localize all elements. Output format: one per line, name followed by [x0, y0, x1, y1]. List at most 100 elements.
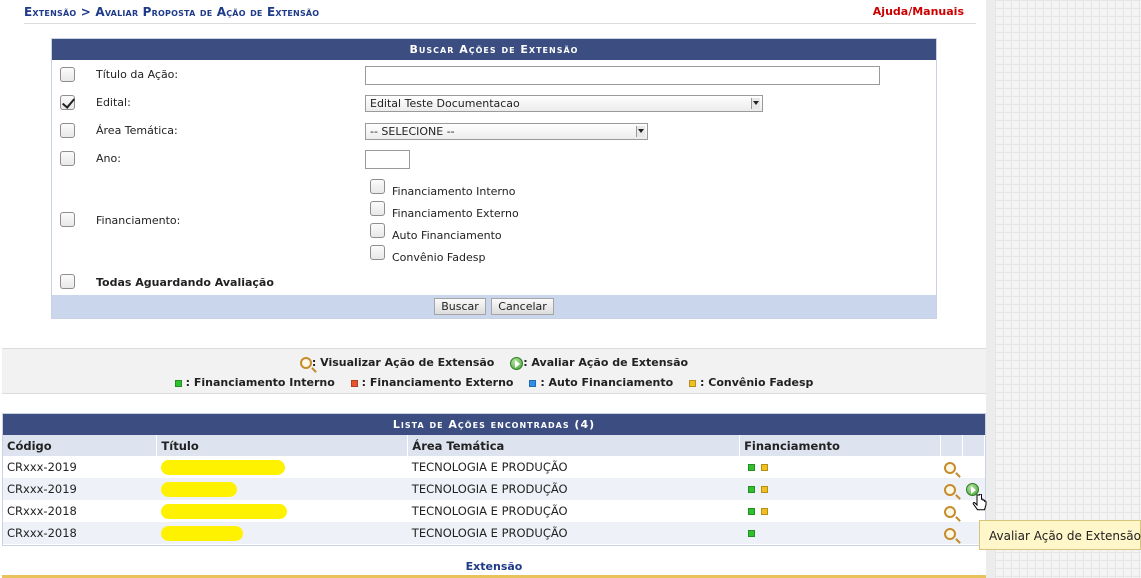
cell-area: TECNOLOGIA E PRODUÇÃO: [411, 504, 568, 518]
legend-avaliar: : Avaliar Ação de Extensão: [510, 356, 688, 370]
table-row: CRxxx-2019 TECNOLOGIA E PRODUÇÃO: [3, 456, 985, 478]
cell-visualizar: [940, 500, 962, 522]
titulo-checkbox[interactable]: [60, 67, 75, 82]
row-todas: Todas Aguardando Avaliação: [52, 274, 936, 296]
legend-line-actions: : Visualizar Ação de Extensão : Avaliar …: [2, 356, 986, 370]
green-square-icon: [174, 379, 182, 387]
cell-titulo: [157, 456, 408, 478]
help-link[interactable]: Ajuda/Manuais: [873, 5, 964, 18]
legend-visualizar-text: : Visualizar Ação de Extensão: [311, 356, 495, 369]
search-form-footer: Buscar Cancelar: [52, 295, 936, 318]
table-header-row: Código Título Área Temática Financiament…: [3, 435, 986, 456]
cell-codigo: CRxxx-2018: [3, 522, 157, 544]
todas-label: Todas Aguardando Avaliação: [96, 276, 274, 289]
view-magnifier-icon[interactable]: [944, 527, 957, 540]
magnifier-icon: [299, 357, 312, 369]
col-titulo: Título: [156, 435, 409, 456]
results-title: Lista de Ações encontradas (4): [3, 414, 985, 435]
funding-square-icon: [747, 508, 755, 515]
chevron-down-icon: [751, 98, 760, 109]
footer[interactable]: Extensão: [2, 560, 986, 578]
cell-visualizar: [940, 478, 963, 500]
edital-label: Edital:: [96, 96, 131, 109]
cell-area: TECNOLOGIA E PRODUÇÃO: [407, 522, 740, 544]
table-row: CRxxx-2019 TECNOLOGIA E PRODUÇÃO: [3, 478, 985, 500]
legend-auto-text: : Auto Financiamento: [540, 376, 674, 389]
cancelar-button[interactable]: Cancelar: [491, 298, 554, 315]
fin-auto-checkbox[interactable]: [370, 223, 385, 238]
page-background-pattern: [986, 0, 1141, 578]
row-ano: Ano:: [52, 150, 936, 173]
legend: : Visualizar Ação de Extensão : Avaliar …: [2, 348, 986, 394]
legend-externo-text: : Financiamento Externo: [361, 376, 514, 389]
area-select-value: -- SELECIONE --: [370, 125, 455, 138]
legend-interno: : Financiamento Interno: [174, 376, 335, 389]
area-checkbox[interactable]: [60, 123, 75, 138]
cell-financiamento: [740, 500, 941, 522]
cell-area: TECNOLOGIA E PRODUÇÃO: [411, 460, 568, 474]
redacted-title-highlight: [160, 503, 287, 519]
search-form-title: Buscar Ações de Extensão: [52, 39, 936, 60]
results-table-panel: Lista de Ações encontradas (4) Código Tí…: [2, 413, 986, 546]
table-row: CRxxx-2018 TECNOLOGIA E PRODUÇÃO: [3, 522, 985, 544]
view-magnifier-icon[interactable]: [944, 505, 957, 518]
go-arrow-icon: [510, 356, 524, 370]
funding-square-icon: [747, 486, 755, 493]
view-magnifier-icon[interactable]: [944, 483, 957, 496]
ano-checkbox[interactable]: [60, 151, 75, 166]
row-area: Área Temática: -- SELECIONE --: [52, 123, 936, 145]
fin-externo-checkbox[interactable]: [370, 201, 385, 216]
redacted-title-highlight: [160, 459, 285, 475]
breadcrumb: Extensão > Avaliar Proposta de Ação de E…: [24, 5, 320, 19]
cell-avaliar: [962, 456, 984, 478]
col-financiamento: Financiamento: [739, 435, 941, 456]
yellow-square-icon: [689, 379, 697, 387]
cell-titulo: [156, 522, 408, 544]
cell-codigo: CRxxx-2019: [3, 478, 157, 500]
view-magnifier-icon[interactable]: [944, 461, 957, 474]
legend-interno-text: : Financiamento Interno: [185, 376, 335, 389]
fin-interno-checkbox[interactable]: [370, 179, 385, 194]
legend-line-funding: : Financiamento Interno : Financiamento …: [2, 376, 986, 389]
chevron-down-icon: [636, 126, 645, 137]
cell-financiamento: [739, 478, 941, 500]
ano-input[interactable]: [365, 150, 410, 169]
funding-square-icon: [760, 486, 768, 493]
legend-visualizar: : Visualizar Ação de Extensão: [299, 356, 495, 369]
col-avaliar: [962, 435, 986, 456]
titulo-input[interactable]: [365, 66, 880, 85]
main-panel: Extensão > Avaliar Proposta de Ação de E…: [0, 0, 986, 578]
cell-area: TECNOLOGIA E PRODUÇÃO: [407, 478, 740, 500]
funding-square-icon: [760, 508, 768, 515]
results-table: Código Título Área Temática Financiament…: [3, 435, 986, 544]
financiamento-label: Financiamento:: [96, 214, 181, 227]
cell-codigo: CRxxx-2019: [7, 460, 77, 474]
legend-convenio-text: : Convênio Fadesp: [700, 376, 814, 389]
fin-convenio-label: Convênio Fadesp: [392, 251, 486, 264]
legend-avaliar-text: : Avaliar Ação de Extensão: [523, 356, 689, 369]
cell-financiamento: [739, 522, 941, 544]
row-edital: Edital: Edital Teste Documentacao: [52, 95, 936, 117]
hand-cursor-icon: [972, 494, 987, 511]
cell-codigo: CRxxx-2018: [7, 504, 77, 518]
funding-square-icon: [747, 464, 755, 471]
red-square-icon: [350, 379, 358, 387]
col-area: Área Temática: [407, 435, 741, 456]
col-codigo: Código: [3, 435, 158, 456]
blue-square-icon: [529, 379, 537, 387]
fin-convenio-checkbox[interactable]: [370, 245, 385, 260]
funding-square-icon: [747, 530, 755, 537]
financiamento-checkbox[interactable]: [60, 212, 75, 227]
todas-checkbox[interactable]: [60, 274, 75, 289]
col-visualizar: [940, 435, 963, 456]
funding-square-icon: [760, 464, 768, 471]
area-select[interactable]: -- SELECIONE --: [365, 123, 648, 140]
titulo-label: Título da Ação:: [96, 68, 179, 81]
cell-financiamento: [740, 456, 941, 478]
table-row: CRxxx-2018 TECNOLOGIA E PRODUÇÃO: [3, 500, 985, 522]
buscar-button[interactable]: Buscar: [434, 298, 486, 315]
redacted-title-highlight: [160, 525, 243, 541]
cell-visualizar: [940, 456, 962, 478]
edital-checkbox[interactable]: [60, 95, 75, 110]
edital-select[interactable]: Edital Teste Documentacao: [365, 95, 763, 112]
